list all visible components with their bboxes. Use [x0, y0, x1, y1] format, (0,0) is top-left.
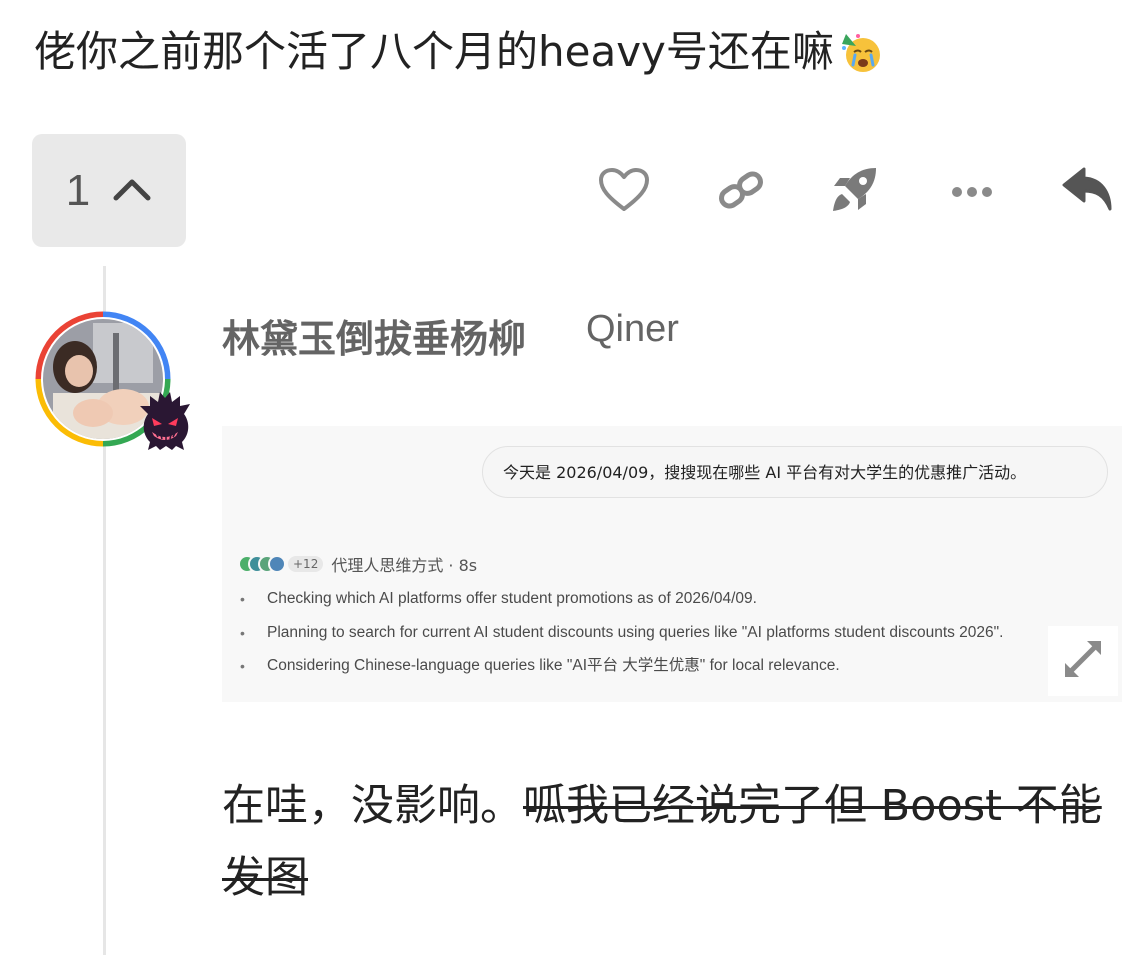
link-icon — [716, 170, 766, 214]
post-text: 佬你之前那个活了八个月的heavy号还在嘛 — [34, 22, 884, 82]
agents-row: +12 代理人思维方式 · 8s — [238, 552, 477, 576]
agents-extra-badge: +12 — [288, 556, 324, 572]
user-handle[interactable]: Qiner — [586, 308, 679, 351]
rocket-icon — [828, 164, 880, 220]
like-count: 1 — [65, 165, 91, 215]
post-body: 佬你之前那个活了八个月的heavy号还在嘛 — [34, 27, 834, 76]
user-message-bubble: 今天是 2026/04/09，搜搜现在哪些 AI 平台有对大学生的优惠推广活动。 — [482, 446, 1108, 498]
expand-image-button[interactable] — [1048, 626, 1118, 696]
username[interactable]: 林黛玉倒拔垂杨柳 — [222, 308, 526, 363]
agents-label: 代理人思维方式 · 8s — [331, 556, 478, 575]
reply-body: 在哇，没影响。呱我已经说完了但 Boost 不能发图 — [222, 770, 1102, 914]
like-button[interactable] — [596, 164, 652, 220]
expand-icon — [1061, 637, 1105, 685]
reply-button[interactable] — [1061, 164, 1117, 220]
crying-party-face-emoji-icon — [840, 30, 884, 74]
thinking-step: Planning to search for current AI studen… — [238, 620, 1003, 654]
agent-avatar-icon — [268, 555, 286, 573]
thinking-step: Considering Chinese-language queries lik… — [238, 653, 1003, 687]
heart-icon — [598, 167, 650, 217]
ghost-flair-icon — [136, 392, 194, 450]
embedded-screenshot[interactable]: 今天是 2026/04/09，搜搜现在哪些 AI 平台有对大学生的优惠推广活动。… — [222, 426, 1122, 702]
more-options-button[interactable] — [944, 164, 1000, 220]
chevron-up-icon — [112, 176, 152, 206]
boost-button[interactable] — [826, 164, 882, 220]
reply-icon — [1062, 165, 1116, 219]
more-icon — [950, 183, 994, 202]
copy-link-button[interactable] — [713, 164, 769, 220]
thinking-steps: Checking which AI platforms offer studen… — [238, 586, 1003, 687]
thinking-step: Checking which AI platforms offer studen… — [238, 586, 1003, 620]
reply-text: 在哇，没影响。 — [222, 781, 523, 831]
like-count-button[interactable]: 1 — [32, 134, 186, 247]
